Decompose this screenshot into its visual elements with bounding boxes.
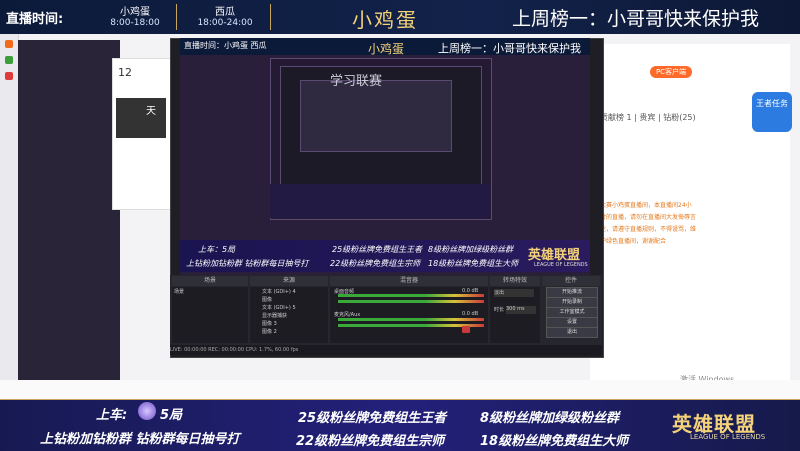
- host-b-schedule: 西瓜 18:00-24:00: [190, 3, 260, 28]
- recursive-preview-text: 学习联赛: [330, 74, 383, 89]
- source-item[interactable]: 显示器捕获: [262, 312, 287, 319]
- sources-header: 来源: [250, 276, 328, 286]
- mixer-meter: [338, 300, 484, 303]
- obs-status-bar: LIVE: 00:00:00 REC: 00:00:00 CPU: 1.7%, …: [170, 345, 602, 355]
- host-b-time: 18:00-24:00: [197, 18, 253, 28]
- controls-header: 控件: [542, 276, 600, 286]
- obs-banner-mid2: 22级粉丝牌免费组生宗师: [330, 259, 421, 268]
- streamer-brand: 小鸡蛋: [352, 8, 418, 32]
- obs-banner-lol-logo: 英雄联盟: [528, 248, 581, 263]
- board-label: 上车:: [96, 408, 128, 423]
- fan-badge-tier-8: 8级粉丝牌加绿级粉丝群: [480, 411, 620, 426]
- mute-icon[interactable]: [462, 326, 470, 333]
- host-a-schedule: 小鸡蛋 8:00-18:00: [100, 3, 170, 28]
- obs-preview-schedule: 直播时间：小鸡蛋 西瓜: [184, 41, 267, 50]
- obs-banner-board: 上车：5局: [198, 245, 236, 254]
- duration-label: 时长: [494, 307, 505, 313]
- weekly-top-fan: 上周榜一：小哥哥快来保护我: [512, 8, 760, 30]
- chat-tabs[interactable]: 贡献榜 1 | 贵宾 | 钻粉(25): [600, 112, 696, 123]
- source-item[interactable]: 文本 (GDI+) 5: [262, 304, 296, 311]
- host-b-name: 西瓜: [215, 7, 235, 18]
- fan-badge-tier-18: 18级粉丝牌免费组生大师: [480, 434, 629, 449]
- recursive-preview: [300, 80, 452, 152]
- obs-banner-mid1: 25级粉丝牌免费组生王者: [332, 245, 423, 254]
- rank-badge-icon: [138, 402, 156, 420]
- header-divider: [270, 4, 271, 30]
- fan-group-notice: 上钻粉加钻粉群 钻粉群每日抽号打: [40, 432, 240, 447]
- transition-select[interactable]: 淡出: [494, 289, 534, 297]
- source-item[interactable]: 图像: [262, 296, 272, 303]
- avatar[interactable]: [116, 98, 166, 138]
- fan-badge-tier-22: 22级粉丝牌免费组生宗师: [296, 434, 445, 449]
- left-dark-panel: [18, 40, 120, 380]
- host-a-time: 8:00-18:00: [110, 18, 160, 28]
- browser-sidebar: [0, 34, 19, 399]
- lol-logo-subtitle: LEAGUE OF LEGENDS: [690, 433, 766, 441]
- obs-banner-right2: 18级粉丝牌免费组生大师: [428, 259, 519, 268]
- browser-bottom-strip: [0, 380, 800, 400]
- app-icon[interactable]: [5, 72, 13, 80]
- scenes-panel: [172, 287, 248, 343]
- obs-banner-right1: 8级粉丝牌加绿级粉丝群: [428, 245, 514, 254]
- fan-badge-tier-25: 25级粉丝牌免费组生王者: [298, 411, 447, 426]
- mixer-mic-label: 麦克风/Aux: [334, 312, 361, 318]
- duration-input[interactable]: 300 ms: [506, 306, 536, 314]
- source-item[interactable]: 图像 2: [262, 328, 277, 335]
- app-icon[interactable]: [5, 40, 13, 48]
- obs-banner-lol-sub: LEAGUE OF LEGENDS: [534, 262, 588, 268]
- room-notice: 大赛小鸡蛋直播间，本直播间24小时的直播，请勿在直播间大发侮辱言论，请遵守直播规…: [600, 202, 697, 245]
- exit-button[interactable]: 退出: [546, 327, 598, 338]
- mixer-mic-level: 0.0 dB: [462, 311, 479, 317]
- card-count: 12: [118, 66, 132, 79]
- pc-client-button[interactable]: PC客户端: [650, 66, 692, 78]
- avatar-label: 天: [146, 106, 156, 117]
- obs-banner-left2: 上钻粉加钻粉群 钻粉群每日抽号打: [186, 259, 309, 268]
- app-icon[interactable]: [5, 56, 13, 64]
- source-item[interactable]: 文本 (GDI+) 4: [262, 288, 296, 295]
- transitions-header: 转场特效: [490, 276, 540, 286]
- obs-preview-brand: 小鸡蛋: [368, 42, 405, 56]
- mixer-meter: [338, 318, 484, 321]
- rank-count: 5局: [160, 408, 183, 423]
- schedule-label: 直播时间:: [6, 12, 64, 27]
- mixer-meter: [338, 294, 484, 297]
- recursive-preview-banner: [270, 184, 490, 218]
- source-item[interactable]: 图像 3: [262, 320, 277, 327]
- scenes-header: 场景: [172, 276, 248, 286]
- scene-item[interactable]: 场景: [174, 288, 184, 295]
- host-a-name: 小鸡蛋: [120, 7, 150, 18]
- header-divider: [176, 4, 177, 30]
- mixer-header: 混音器: [330, 276, 488, 286]
- obs-preview-weekly: 上周榜一：小哥哥快来保护我: [438, 42, 581, 55]
- hero-task-badge[interactable]: 王者任务: [752, 92, 792, 132]
